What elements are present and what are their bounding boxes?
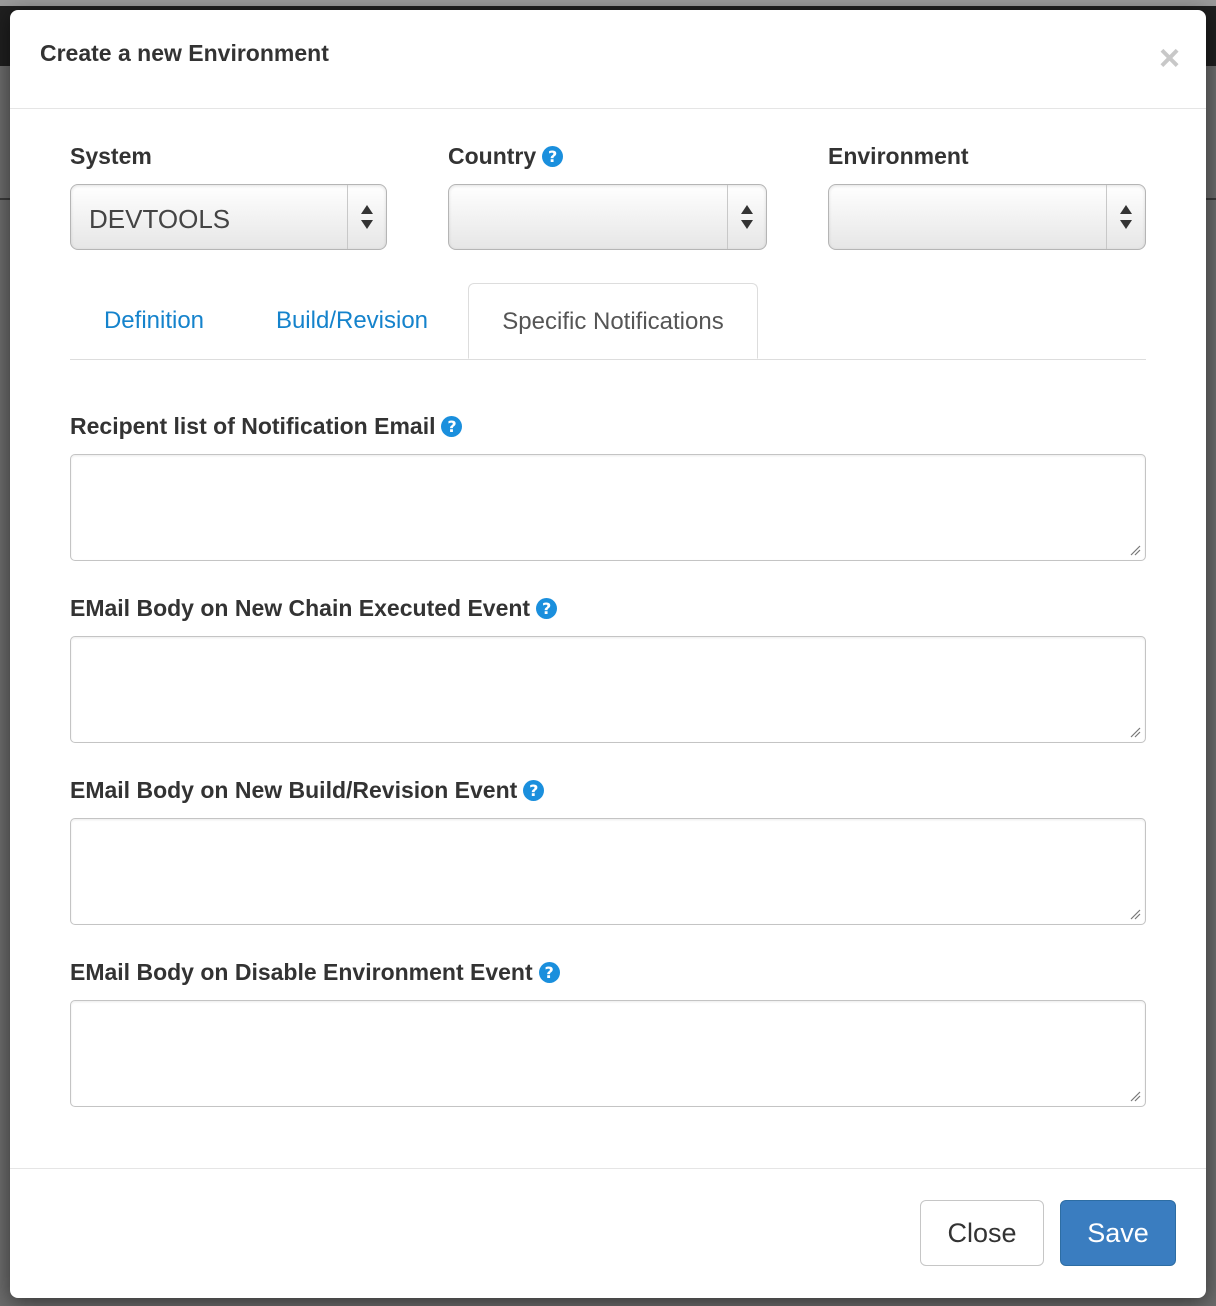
- close-icon[interactable]: ×: [1159, 40, 1180, 76]
- resize-grip-icon[interactable]: [1129, 1090, 1141, 1102]
- resize-grip-icon[interactable]: [1129, 726, 1141, 738]
- disable-environment-label-text: EMail Body on Disable Environment Event: [70, 959, 533, 985]
- tab-build-revision[interactable]: Build/Revision: [264, 283, 440, 359]
- modal-title: Create a new Environment: [40, 40, 329, 66]
- recipient-list-label: Recipent list of Notification Email?: [70, 413, 463, 440]
- select-arrows-icon: [347, 185, 386, 249]
- close-button[interactable]: Close: [920, 1200, 1044, 1266]
- resize-grip-icon[interactable]: [1129, 544, 1141, 556]
- create-environment-modal: Create a new Environment × System DEVTOO…: [10, 10, 1206, 1298]
- chain-executed-textarea[interactable]: [70, 636, 1146, 743]
- system-label: System: [70, 143, 152, 170]
- tab-bar: Definition Build/Revision Specific Notif…: [70, 283, 1146, 360]
- environment-select[interactable]: [828, 184, 1146, 250]
- modal-header: Create a new Environment ×: [10, 10, 1206, 109]
- resize-grip-icon[interactable]: [1129, 908, 1141, 920]
- help-icon[interactable]: ?: [542, 146, 564, 167]
- recipient-list-textarea[interactable]: [70, 454, 1146, 561]
- select-arrows-icon: [727, 185, 766, 249]
- country-label: Country?: [448, 143, 564, 170]
- build-revision-event-label-text: EMail Body on New Build/Revision Event: [70, 777, 518, 803]
- build-revision-event-textarea[interactable]: [70, 818, 1146, 925]
- system-label-text: System: [70, 143, 152, 169]
- save-button[interactable]: Save: [1060, 1200, 1176, 1266]
- country-label-text: Country: [448, 143, 537, 169]
- build-revision-event-label: EMail Body on New Build/Revision Event?: [70, 777, 545, 804]
- page-backdrop: Create a new Environment × System DEVTOO…: [0, 0, 1216, 1306]
- help-icon[interactable]: ?: [441, 416, 463, 437]
- background-navbar-edge: [0, 0, 1216, 6]
- help-icon[interactable]: ?: [536, 598, 558, 619]
- chain-executed-label-text: EMail Body on New Chain Executed Event: [70, 595, 531, 621]
- help-icon[interactable]: ?: [538, 962, 560, 983]
- chain-executed-label: EMail Body on New Chain Executed Event?: [70, 595, 558, 622]
- help-icon[interactable]: ?: [523, 780, 545, 801]
- tab-definition[interactable]: Definition: [70, 283, 238, 359]
- system-select[interactable]: DEVTOOLS: [70, 184, 387, 250]
- tab-specific-notifications[interactable]: Specific Notifications: [468, 283, 758, 359]
- recipient-list-label-text: Recipent list of Notification Email: [70, 413, 436, 439]
- disable-environment-textarea[interactable]: [70, 1000, 1146, 1107]
- disable-environment-label: EMail Body on Disable Environment Event?: [70, 959, 560, 986]
- environment-label-text: Environment: [828, 143, 969, 169]
- select-arrows-icon: [1106, 185, 1145, 249]
- system-select-value: DEVTOOLS: [89, 204, 231, 234]
- modal-footer: Close Save: [10, 1168, 1206, 1298]
- environment-label: Environment: [828, 143, 969, 170]
- country-select[interactable]: [448, 184, 767, 250]
